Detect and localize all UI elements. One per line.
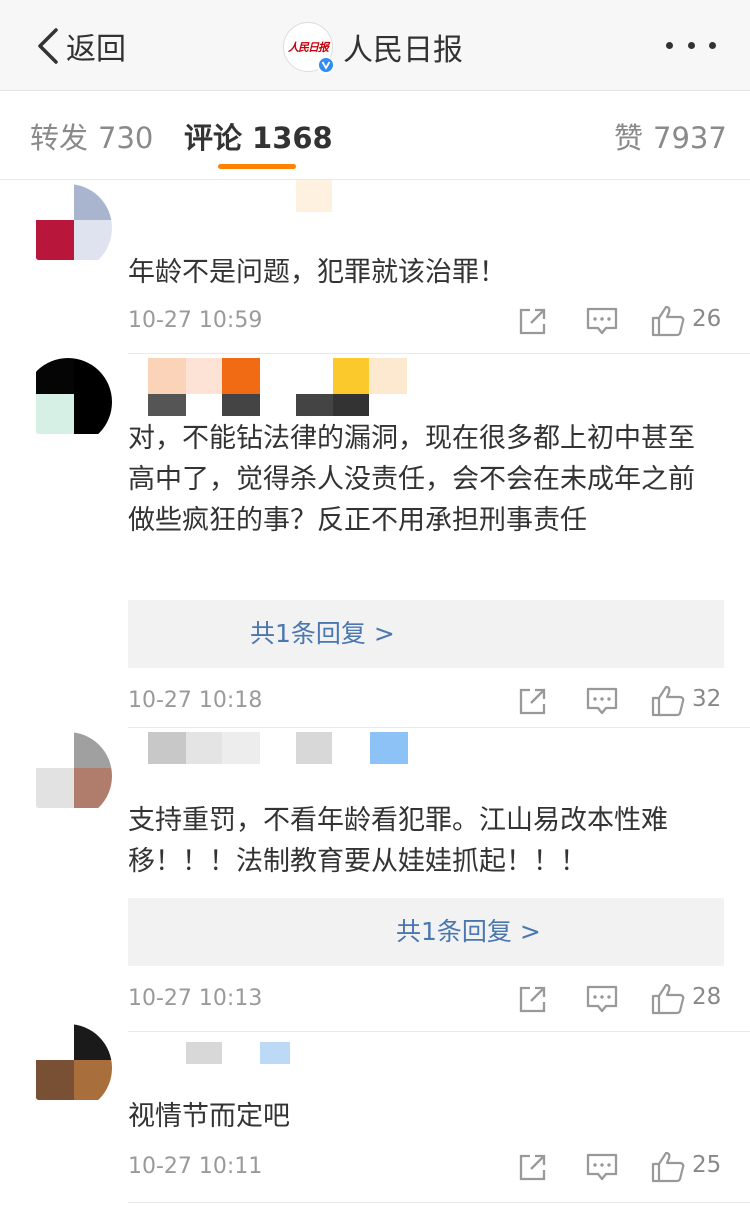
comment-text: 年龄不是问题，犯罪就该治罪！ (128, 257, 506, 288)
tab-comment[interactable]: 评论 1368 (184, 115, 333, 157)
reply-count-link[interactable]: 共1条回复 > (250, 600, 395, 668)
logo-wordmark: 人民日报 (288, 41, 329, 54)
comment-actions: 26 (516, 304, 736, 340)
share-icon[interactable] (516, 304, 550, 338)
comment-text: 视情节而定吧 (128, 1101, 290, 1132)
like-count: 26 (692, 306, 722, 332)
comment-icon[interactable] (584, 982, 620, 1016)
divider (128, 1202, 750, 1203)
more-dots-icon[interactable] (666, 32, 716, 58)
nav-account[interactable]: 人民日报 人民日报 (283, 22, 463, 74)
avatar[interactable] (24, 1024, 112, 1112)
like-count: 25 (692, 1152, 722, 1178)
blurred-username (296, 180, 332, 212)
nav-title: 人民日报 (343, 33, 463, 68)
tab-repost-label: 转发 (30, 121, 89, 155)
share-icon[interactable] (516, 684, 550, 718)
nav-bar: 返回 人民日报 人民日报 (0, 0, 750, 91)
comment-actions: 25 (516, 1150, 736, 1186)
comment-icon[interactable] (584, 1150, 620, 1184)
comment-actions: 32 (516, 684, 736, 720)
like-thumb-icon[interactable] (650, 304, 686, 338)
avatar[interactable] (24, 184, 112, 272)
avatar[interactable] (24, 358, 112, 446)
avatar[interactable] (24, 732, 112, 820)
account-avatar[interactable]: 人民日报 (283, 22, 335, 74)
like-count: 28 (692, 984, 722, 1010)
tab-comment-label: 评论 (184, 121, 243, 155)
tab-repost-count: 730 (98, 121, 154, 155)
share-icon[interactable] (516, 1150, 550, 1184)
back-button[interactable]: 返回 (34, 26, 126, 67)
tab-comment-count: 1368 (252, 121, 333, 155)
comment-item: 视情节而定吧 10-27 10:11 25 (0, 1024, 750, 1208)
comment-icon[interactable] (584, 684, 620, 718)
comment-text: 对，不能钻法律的漏洞，现在很多都上初中甚至高中了，觉得杀人没责任，会不会在未成年… (128, 423, 695, 536)
back-chevron-icon (38, 28, 58, 64)
comment-item: 对，不能钻法律的漏洞，现在很多都上初中甚至高中了，觉得杀人没责任，会不会在未成年… (0, 354, 750, 728)
comment-time: 10-27 10:11 (128, 1154, 263, 1179)
comment-time: 10-27 10:59 (128, 308, 263, 333)
back-label: 返回 (66, 32, 126, 67)
tab-like-label: 赞 (614, 121, 644, 155)
comment-item: 支持重罚，不看年龄看犯罪。江山易改本性难移！！！法制教育要从娃娃抓起！！！ 共1… (0, 728, 750, 1032)
reply-count-link[interactable]: 共1条回复 > (396, 898, 541, 966)
comment-time: 10-27 10:18 (128, 688, 263, 713)
tab-bar: 转发 730 评论 1368 赞 7937 (0, 91, 750, 180)
like-thumb-icon[interactable] (650, 982, 686, 1016)
like-thumb-icon[interactable] (650, 1150, 686, 1184)
reply-box[interactable]: 共1条回复 > (128, 898, 724, 966)
reply-box[interactable]: 共1条回复 > (128, 600, 724, 668)
tab-like[interactable]: 赞 7937 (614, 115, 727, 157)
share-icon[interactable] (516, 982, 550, 1016)
comment-text: 支持重罚，不看年龄看犯罪。江山易改本性难移！！！法制教育要从娃娃抓起！！！ (128, 805, 668, 877)
comment-actions: 28 (516, 982, 736, 1018)
tab-like-count: 7937 (653, 121, 727, 155)
tab-repost[interactable]: 转发 730 (30, 115, 153, 157)
like-thumb-icon[interactable] (650, 684, 686, 718)
comment-icon[interactable] (584, 304, 620, 338)
comment-item: 年龄不是问题，犯罪就该治罪！ 10-27 10:59 26 (0, 180, 750, 354)
verified-badge-icon (317, 56, 335, 74)
comment-time: 10-27 10:13 (128, 986, 263, 1011)
active-tab-indicator (218, 164, 296, 169)
like-count: 32 (692, 686, 722, 712)
